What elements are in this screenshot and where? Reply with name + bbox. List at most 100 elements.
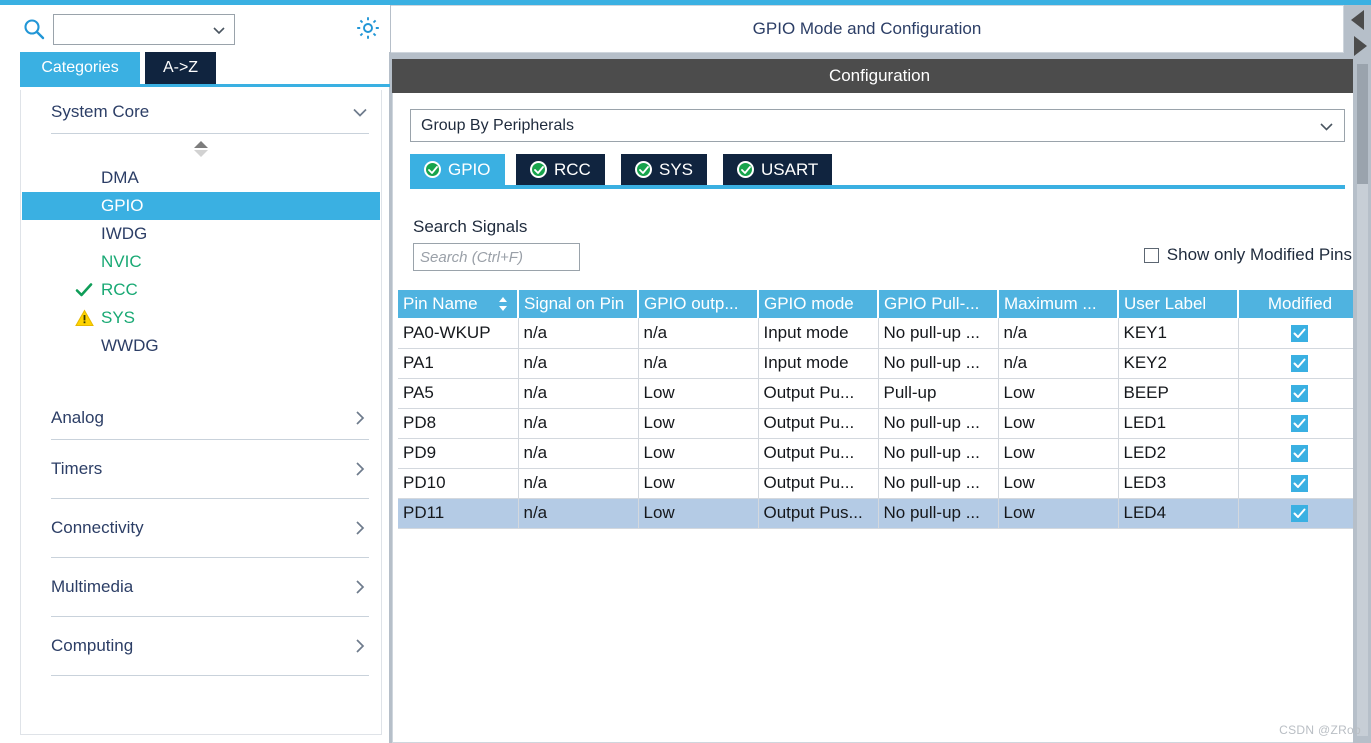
cell-user-label[interactable]: KEY2 [1118, 348, 1239, 379]
sidebar-item-dma[interactable]: DMA [21, 164, 381, 192]
sidebar-group-timers[interactable]: Timers [21, 440, 381, 498]
column-header-signal-on-pin[interactable]: Signal on Pin [518, 290, 639, 318]
sidebar-item-rcc[interactable]: RCC [21, 276, 381, 304]
cell-maximum-speed[interactable]: Low [998, 498, 1119, 529]
sidebar-group-computing[interactable]: Computing [21, 617, 381, 675]
tab-usart[interactable]: USART [723, 154, 833, 185]
cell-modified[interactable] [1238, 468, 1361, 499]
sidebar-item-label: IWDG [101, 224, 148, 243]
status-ok-icon [635, 161, 652, 178]
cell-gpio-pull[interactable]: No pull-up ... [878, 408, 999, 439]
cell-user-label[interactable]: LED1 [1118, 408, 1239, 439]
group-by-select[interactable]: Group By Peripherals [410, 109, 1345, 142]
cell-signal-on-pin: n/a [518, 318, 639, 349]
tab-label: USART [761, 159, 819, 179]
sidebar-group-analog[interactable]: Analog [21, 396, 381, 439]
tab-gpio[interactable]: GPIO [410, 154, 505, 185]
scroll-up-icon[interactable] [194, 141, 208, 148]
table-row[interactable]: PD8 n/a Low Output Pu... No pull-up ... … [398, 408, 1361, 439]
table-row[interactable]: PD11 n/a Low Output Pus... No pull-up ..… [398, 498, 1361, 529]
cell-user-label[interactable]: LED4 [1118, 498, 1239, 529]
warning-icon [73, 304, 95, 332]
sidebar-item-iwdg[interactable]: IWDG [21, 220, 381, 248]
cell-gpio-mode[interactable]: Output Pu... [758, 408, 879, 439]
cell-gpio-mode[interactable]: Input mode [758, 348, 879, 379]
sidebar-search-combobox[interactable] [53, 14, 235, 45]
sidebar-item-nvic[interactable]: NVIC [21, 248, 381, 276]
column-header-gpio-mode[interactable]: GPIO mode [758, 290, 879, 318]
status-ok-icon [737, 161, 754, 178]
scroll-down-icon[interactable] [194, 150, 208, 157]
sidebar-item-gpio[interactable]: GPIO [22, 192, 380, 220]
cell-gpio-output[interactable]: Low [638, 378, 759, 409]
cell-gpio-mode[interactable]: Output Pu... [758, 438, 879, 469]
cell-maximum-speed[interactable]: Low [998, 378, 1119, 409]
cell-modified[interactable] [1238, 378, 1361, 409]
sidebar-item-sys[interactable]: SYS [21, 304, 381, 332]
cell-gpio-pull[interactable]: No pull-up ... [878, 438, 999, 469]
cell-gpio-output[interactable]: n/a [638, 318, 759, 349]
cell-modified[interactable] [1238, 318, 1361, 349]
cell-maximum-speed[interactable]: n/a [998, 348, 1119, 379]
column-header-modified[interactable]: Modified [1238, 290, 1361, 318]
sidebar-group-system-core[interactable]: System Core [21, 90, 381, 133]
cell-gpio-mode[interactable]: Output Pu... [758, 378, 879, 409]
cell-maximum-speed[interactable]: Low [998, 408, 1119, 439]
tab-sys[interactable]: SYS [621, 154, 708, 185]
status-ok-icon [530, 161, 547, 178]
cell-maximum-speed[interactable]: Low [998, 438, 1119, 469]
cell-modified[interactable] [1238, 438, 1361, 469]
cell-user-label[interactable]: LED2 [1118, 438, 1239, 469]
cell-modified[interactable] [1238, 498, 1361, 529]
table-row[interactable]: PD9 n/a Low Output Pu... No pull-up ... … [398, 438, 1361, 469]
table-row[interactable]: PA5 n/a Low Output Pu... Pull-up Low BEE… [398, 378, 1361, 409]
table-row[interactable]: PA0-WKUP n/a n/a Input mode No pull-up .… [398, 318, 1361, 349]
gear-icon[interactable] [355, 15, 381, 41]
cell-modified[interactable] [1238, 408, 1361, 439]
cell-gpio-mode[interactable]: Input mode [758, 318, 879, 349]
cell-gpio-pull[interactable]: No pull-up ... [878, 498, 999, 529]
column-header-user-label[interactable]: User Label [1118, 290, 1239, 318]
tab-label: SYS [659, 159, 694, 179]
sidebar-group-multimedia[interactable]: Multimedia [21, 558, 381, 616]
cell-gpio-output[interactable]: Low [638, 468, 759, 499]
cell-gpio-output[interactable]: Low [638, 408, 759, 439]
column-header-gpio-pull[interactable]: GPIO Pull-... [878, 290, 999, 318]
cell-gpio-pull[interactable]: Pull-up [878, 378, 999, 409]
cell-user-label[interactable]: BEEP [1118, 378, 1239, 409]
tab-rcc[interactable]: RCC [516, 154, 605, 185]
cell-gpio-output[interactable]: n/a [638, 348, 759, 379]
table-row[interactable]: PD10 n/a Low Output Pu... No pull-up ...… [398, 468, 1361, 499]
cell-gpio-pull[interactable]: No pull-up ... [878, 468, 999, 499]
cell-maximum-speed[interactable]: Low [998, 468, 1119, 499]
cell-gpio-pull[interactable]: No pull-up ... [878, 348, 999, 379]
divider [51, 675, 369, 676]
panel-collapse-toggle[interactable] [1348, 8, 1370, 60]
vertical-scrollbar-thumb[interactable] [1357, 64, 1368, 184]
cell-gpio-pull[interactable]: No pull-up ... [878, 318, 999, 349]
column-header-pin-name[interactable]: Pin Name [398, 290, 519, 318]
cell-user-label[interactable]: KEY1 [1118, 318, 1239, 349]
cell-gpio-output[interactable]: Low [638, 438, 759, 469]
sidebar-item-wwdg[interactable]: WWDG [21, 332, 381, 360]
sort-arrows-icon[interactable] [497, 295, 509, 318]
sidebar-group-connectivity[interactable]: Connectivity [21, 499, 381, 557]
checkbox-box[interactable] [1143, 247, 1159, 263]
column-header-maximum-speed[interactable]: Maximum ... [998, 290, 1119, 318]
search-signals-input[interactable] [413, 243, 580, 271]
checkbox-checked-icon [1291, 385, 1309, 403]
cell-modified[interactable] [1238, 348, 1361, 379]
vertical-scrollbar-track[interactable] [1357, 64, 1368, 736]
cell-maximum-speed[interactable]: n/a [998, 318, 1119, 349]
table-row[interactable]: PA1 n/a n/a Input mode No pull-up ... n/… [398, 348, 1361, 379]
cell-pin-name: PD9 [398, 438, 519, 469]
column-header-gpio-output[interactable]: GPIO outp... [638, 290, 759, 318]
cell-gpio-mode[interactable]: Output Pus... [758, 498, 879, 529]
tab-categories[interactable]: Categories [20, 52, 140, 84]
cell-user-label[interactable]: LED3 [1118, 468, 1239, 499]
tree-scroll-indicator[interactable] [21, 134, 381, 164]
show-only-modified-pins-checkbox[interactable]: Show only Modified Pins [1143, 245, 1352, 265]
cell-gpio-mode[interactable]: Output Pu... [758, 468, 879, 499]
tab-a-to-z[interactable]: A->Z [145, 52, 216, 84]
cell-gpio-output[interactable]: Low [638, 498, 759, 529]
